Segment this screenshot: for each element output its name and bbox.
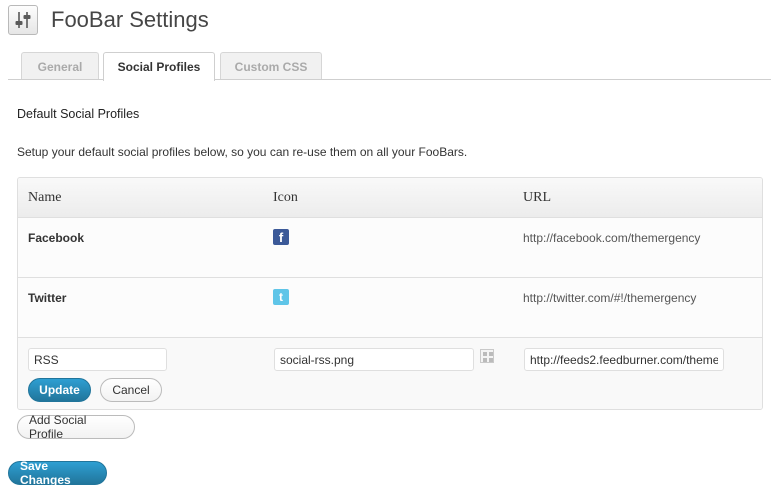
profile-url-input[interactable] bbox=[524, 348, 724, 371]
column-header-url: URL bbox=[523, 190, 551, 205]
page-header: FooBar Settings bbox=[8, 4, 209, 36]
tab-custom-css[interactable]: Custom CSS bbox=[220, 52, 322, 80]
update-button[interactable]: Update bbox=[28, 378, 91, 402]
table-header: Name Icon URL bbox=[18, 178, 762, 218]
profile-url: http://facebook.com/themergency bbox=[523, 231, 701, 245]
twitter-icon: t bbox=[273, 289, 289, 305]
profile-name: Facebook bbox=[28, 231, 85, 245]
tab-social-profiles[interactable]: Social Profiles bbox=[103, 52, 215, 81]
column-header-name: Name bbox=[28, 190, 62, 205]
column-header-icon: Icon bbox=[273, 190, 298, 205]
table-row-edit: Update Cancel bbox=[18, 338, 762, 409]
profile-icon-input[interactable] bbox=[274, 348, 474, 371]
table-row[interactable]: Facebook f http://facebook.com/themergen… bbox=[18, 218, 762, 278]
section-description: Setup your default social profiles below… bbox=[17, 145, 468, 159]
profile-name: Twitter bbox=[28, 291, 67, 305]
save-changes-button[interactable]: Save Changes bbox=[8, 459, 107, 487]
section-title: Default Social Profiles bbox=[17, 107, 140, 121]
profile-name-input[interactable] bbox=[28, 348, 167, 371]
facebook-icon: f bbox=[273, 229, 289, 245]
profile-url: http://twitter.com/#!/themergency bbox=[523, 291, 697, 305]
add-social-profile-button[interactable]: Add Social Profile bbox=[17, 413, 135, 441]
settings-sliders-icon bbox=[8, 5, 38, 35]
social-profiles-table: Name Icon URL Facebook f http://facebook… bbox=[17, 177, 763, 410]
cancel-button[interactable]: Cancel bbox=[100, 378, 162, 402]
table-row[interactable]: Twitter t http://twitter.com/#!/themerge… bbox=[18, 278, 762, 338]
page-title: FooBar Settings bbox=[51, 7, 209, 32]
icon-picker-icon[interactable] bbox=[480, 349, 494, 363]
tab-general[interactable]: General bbox=[21, 52, 99, 80]
